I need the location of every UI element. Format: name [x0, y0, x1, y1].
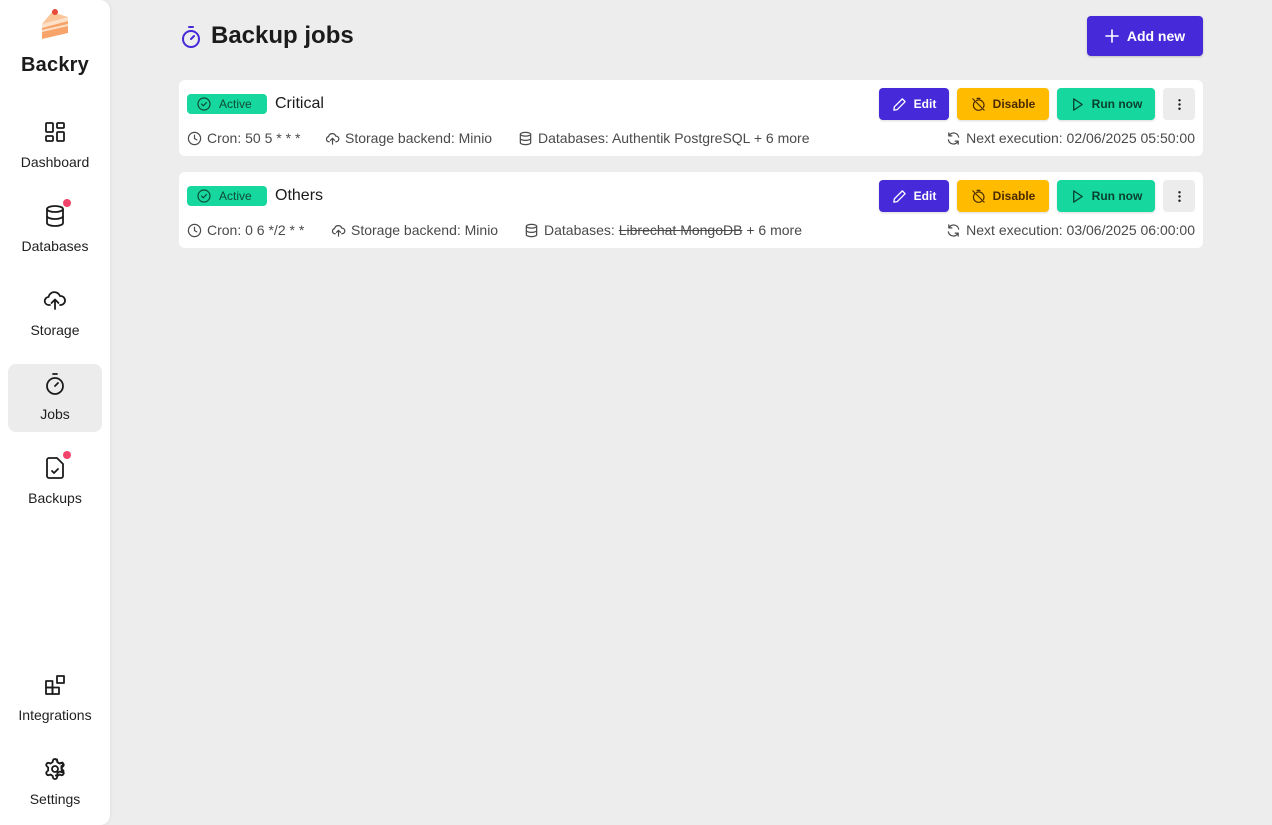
add-new-button[interactable]: Add new: [1087, 16, 1203, 56]
disable-button[interactable]: Disable: [957, 180, 1049, 212]
refresh-icon: [947, 131, 960, 145]
more-options-button[interactable]: [1163, 88, 1195, 120]
sidebar-item-backups[interactable]: Backups: [8, 448, 102, 516]
notification-dot: [63, 451, 71, 459]
page-title: Backup jobs: [211, 22, 354, 49]
storage-label: Storage backend: Minio: [351, 222, 499, 238]
storage-label: Storage backend: Minio: [345, 130, 493, 146]
sidebar: Backry Dashboard Databases Storage Jobs …: [0, 0, 110, 825]
brand-name: Backry: [21, 54, 89, 76]
database-icon: [525, 223, 538, 237]
status-label: Active: [219, 189, 252, 203]
job-name: Critical: [275, 95, 324, 112]
pencil-icon: [892, 97, 906, 111]
disable-label: Disable: [992, 189, 1036, 203]
dashboard-grid-icon: [43, 120, 67, 144]
databases-info: Databases: Authentik PostgreSQL + 6 more: [518, 128, 809, 148]
sidebar-item-jobs[interactable]: Jobs: [8, 364, 102, 432]
cloud-upload-icon: [43, 288, 67, 312]
cron-info: Cron: 50 5 * * *: [187, 128, 300, 148]
edit-label: Edit: [913, 97, 937, 111]
run-now-button[interactable]: Run now: [1057, 180, 1155, 212]
more-options-button[interactable]: [1163, 180, 1195, 212]
check-circle-icon: [197, 189, 211, 203]
check-circle-icon: [197, 97, 211, 111]
sidebar-item-label: Settings: [29, 791, 81, 807]
sidebar-item-settings[interactable]: Settings: [8, 749, 102, 817]
stopwatch-icon: [179, 25, 203, 49]
pencil-icon: [892, 189, 906, 203]
kebab-menu-icon: [1177, 98, 1181, 110]
sidebar-item-label: Jobs: [40, 406, 70, 422]
sidebar-item-integrations[interactable]: Integrations: [8, 665, 102, 733]
next-execution-label: Next execution: 02/06/2025 05:50:00: [966, 130, 1195, 146]
status-badge: Active: [187, 94, 267, 114]
timer-off-icon: [971, 97, 985, 111]
databases-prefix: Databases:: [544, 222, 619, 238]
clock-icon: [187, 131, 202, 145]
database-icon: [519, 131, 532, 145]
next-execution-info: Next execution: 03/06/2025 06:00:00: [946, 220, 1195, 240]
stopwatch-icon: [43, 372, 67, 396]
database-name: Librechat MongoDB: [618, 222, 743, 238]
databases-prefix: Databases:: [538, 130, 612, 146]
next-execution-label: Next execution: 03/06/2025 06:00:00: [966, 222, 1195, 238]
cron-label: Cron: 50 5 * * *: [207, 130, 301, 146]
clock-icon: [187, 223, 202, 237]
storage-info: Storage backend: Minio: [331, 220, 498, 240]
job-card: Active Critical Edit Disable Run now Cro…: [179, 80, 1203, 156]
run-now-button[interactable]: Run now: [1057, 88, 1155, 120]
refresh-icon: [947, 223, 960, 237]
database-name: Authentik PostgreSQL: [611, 130, 750, 146]
cake-logo-icon: [42, 9, 68, 39]
storage-info: Storage backend: Minio: [325, 128, 492, 148]
database-icon: [43, 204, 67, 228]
edit-button[interactable]: Edit: [879, 88, 949, 120]
sidebar-item-label: Backups: [28, 490, 82, 506]
status-label: Active: [219, 97, 252, 111]
disable-button[interactable]: Disable: [957, 88, 1049, 120]
play-icon: [1072, 97, 1083, 111]
play-icon: [1072, 189, 1083, 203]
edit-button[interactable]: Edit: [879, 180, 949, 212]
notification-dot: [63, 199, 71, 207]
plus-icon: [1105, 29, 1119, 43]
status-badge: Active: [187, 186, 267, 206]
cloud-upload-icon: [331, 224, 346, 237]
sidebar-item-dashboard[interactable]: Dashboard: [8, 112, 102, 180]
job-name: Others: [275, 187, 324, 204]
file-check-icon: [43, 456, 67, 480]
timer-off-icon: [971, 189, 985, 203]
databases-info: Databases: Librechat MongoDB + 6 more: [524, 220, 802, 240]
edit-label: Edit: [913, 189, 937, 203]
sidebar-item-label: Integrations: [18, 707, 92, 723]
cron-info: Cron: 0 6 */2 * *: [187, 220, 304, 240]
sidebar-item-label: Databases: [21, 238, 89, 254]
databases-suffix: + 6 more: [749, 130, 810, 146]
run-now-label: Run now: [1091, 189, 1143, 203]
sidebar-item-storage[interactable]: Storage: [8, 280, 102, 348]
sidebar-item-label: Dashboard: [20, 154, 90, 170]
cloud-upload-icon: [325, 132, 340, 145]
cron-label: Cron: 0 6 */2 * *: [207, 222, 305, 238]
job-card: Active Others Edit Disable Run now Cron:…: [179, 172, 1203, 248]
sidebar-item-databases[interactable]: Databases: [8, 196, 102, 264]
kebab-menu-icon: [1177, 190, 1181, 202]
databases-suffix: + 6 more: [742, 222, 802, 238]
blocks-icon: [43, 673, 67, 697]
next-execution-info: Next execution: 02/06/2025 05:50:00: [946, 128, 1195, 148]
disable-label: Disable: [992, 97, 1036, 111]
sidebar-item-label: Storage: [30, 322, 80, 338]
add-new-label: Add new: [1126, 28, 1186, 44]
brand[interactable]: Backry: [0, 8, 110, 77]
run-now-label: Run now: [1091, 97, 1143, 111]
gear-icon: [43, 757, 67, 781]
